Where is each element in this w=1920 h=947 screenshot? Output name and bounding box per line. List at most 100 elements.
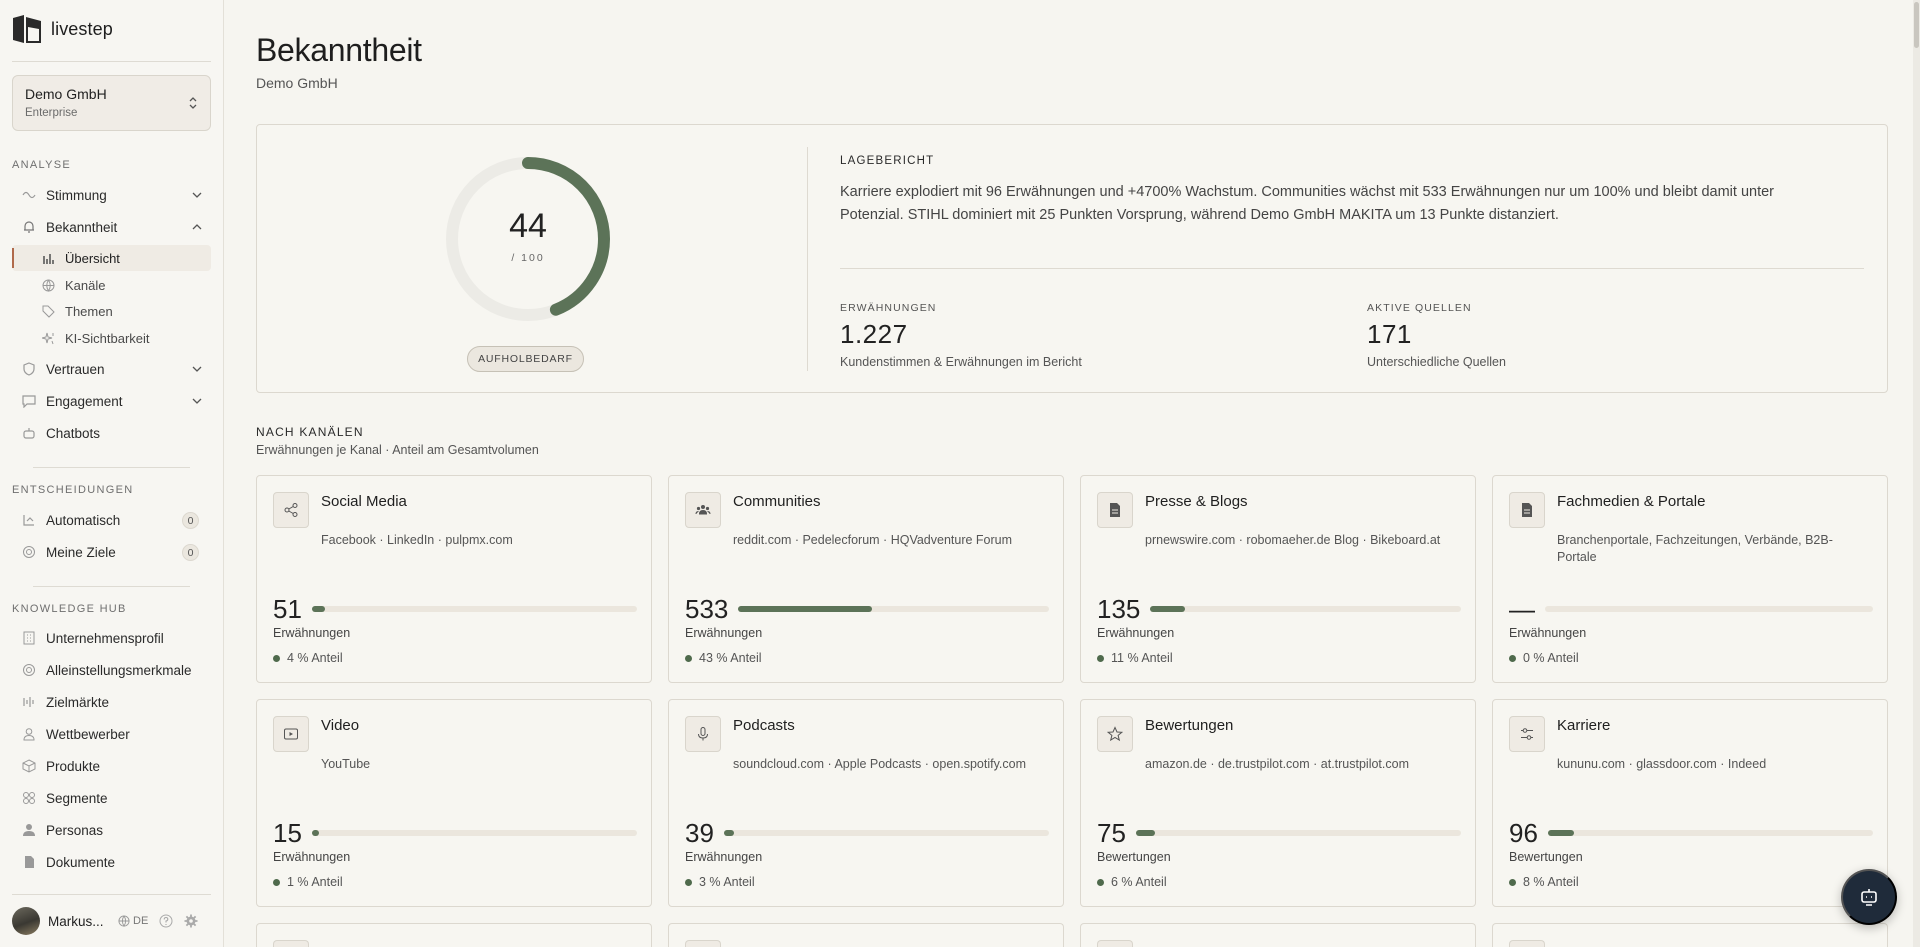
nav-dokumente[interactable]: Dokumente bbox=[12, 848, 211, 876]
gear-icon[interactable] bbox=[184, 914, 198, 928]
nav-alleinstellungsmerkmale[interactable]: Alleinstellungsmerkmale bbox=[12, 656, 211, 684]
subnav-themen[interactable]: Themen bbox=[12, 298, 211, 324]
channel-card-communities[interactable]: Communities reddit.com · Pedelecforum · H… bbox=[668, 475, 1064, 683]
nav-label: Personas bbox=[46, 822, 104, 838]
channel-card-social-media[interactable]: Social Media Facebook · LinkedIn · pulpmx… bbox=[256, 475, 652, 683]
nav-automatisch[interactable]: Automatisch 0 bbox=[12, 506, 211, 534]
nav-segmente[interactable]: Segmente bbox=[12, 784, 211, 812]
app-name: livestep bbox=[51, 18, 113, 39]
app-logo[interactable]: livestep bbox=[12, 15, 113, 43]
kpi-label: ERWÄHNUNGEN bbox=[840, 302, 937, 314]
divider bbox=[33, 467, 190, 468]
kpi-value: 171 bbox=[1367, 319, 1412, 349]
nav-label: Alleinstellungsmerkmale bbox=[46, 662, 192, 678]
divider bbox=[840, 268, 1864, 269]
channel-card-bewertungen[interactable]: Bewertungen amazon.de · de.trustpilot.com… bbox=[1080, 699, 1476, 907]
card-metric-label: Erwähnungen bbox=[685, 626, 763, 640]
globe-icon bbox=[118, 915, 130, 927]
help-icon[interactable] bbox=[159, 914, 173, 928]
share-bar bbox=[738, 606, 1049, 612]
kpi-description: Kundenstimmen & Erwähnungen im Bericht bbox=[840, 355, 1082, 369]
nav-personas[interactable]: Personas bbox=[12, 816, 211, 844]
channel-card-partial[interactable] bbox=[1492, 923, 1888, 947]
nav-unternehmensprofil[interactable]: Unternehmensprofil bbox=[12, 624, 211, 652]
chevron-down-icon bbox=[192, 366, 202, 372]
card-metric-label: Bewertungen bbox=[1509, 850, 1583, 864]
nav-vertrauen[interactable]: Vertrauen bbox=[12, 355, 211, 383]
share-dot bbox=[1509, 654, 1516, 662]
card-metric-label: Erwähnungen bbox=[273, 850, 351, 864]
grid-icon bbox=[22, 791, 36, 805]
channel-card-podcasts[interactable]: Podcasts soundcloud.com · Apple Podcasts … bbox=[668, 699, 1064, 907]
card-metric-label: Erwähnungen bbox=[1097, 626, 1175, 640]
divider bbox=[12, 894, 211, 895]
card-share: 0 % Anteil bbox=[1509, 651, 1579, 665]
globe-icon bbox=[42, 279, 55, 292]
channel-card-fachmedien-portale[interactable]: Fachmedien & Portale Branchenportale, Fac… bbox=[1492, 475, 1888, 683]
bot-icon bbox=[22, 426, 36, 440]
nav-meine-ziele[interactable]: Meine Ziele 0 bbox=[12, 538, 211, 566]
share-dot bbox=[1097, 654, 1104, 662]
language-switcher[interactable]: DE bbox=[118, 915, 148, 927]
play-icon bbox=[273, 716, 309, 752]
subnav-label: Themen bbox=[65, 303, 113, 319]
chat-assistant-button[interactable] bbox=[1841, 869, 1897, 925]
org-switcher[interactable]: Demo GmbH Enterprise bbox=[12, 75, 211, 131]
channel-card-partial[interactable] bbox=[256, 923, 652, 947]
card-value: — bbox=[1509, 594, 1535, 624]
card-share: 6 % Anteil bbox=[1097, 875, 1167, 889]
nav-label: Chatbots bbox=[46, 425, 101, 441]
card-sources: Facebook · LinkedIn · pulpmx.com bbox=[321, 533, 513, 547]
nav-stimmung[interactable]: Stimmung bbox=[12, 181, 211, 209]
nav-produkte[interactable]: Produkte bbox=[12, 752, 211, 780]
user-menu[interactable]: Markus... DE bbox=[12, 906, 217, 936]
nav-label: Unternehmensprofil bbox=[46, 630, 164, 646]
subnav-kanaele[interactable]: Kanäle bbox=[12, 272, 211, 298]
share-text: 0 % Anteil bbox=[1523, 651, 1579, 665]
nav-engagement[interactable]: Engagement bbox=[12, 387, 211, 415]
users-icon bbox=[685, 492, 721, 528]
section-knowledge-hub: KNOWLEDGE HUB bbox=[12, 603, 127, 615]
nav-chatbots[interactable]: Chatbots bbox=[12, 419, 211, 447]
card-metric-label: Erwähnungen bbox=[273, 626, 351, 640]
subnav-ki-sichtbarkeit[interactable]: KI-Sichtbarkeit bbox=[12, 325, 211, 351]
share-bar-fill bbox=[1135, 830, 1156, 836]
chevron-down-icon bbox=[192, 192, 202, 198]
card-share: 3 % Anteil bbox=[685, 875, 755, 889]
channel-card-partial[interactable] bbox=[668, 923, 1064, 947]
kpi-mentions: ERWÄHNUNGEN 1.227 Kundenstimmen & Erwähn… bbox=[840, 302, 1082, 369]
section-entscheidungen: ENTSCHEIDUNGEN bbox=[12, 484, 134, 496]
nav-label: Stimmung bbox=[46, 187, 107, 203]
scrollbar[interactable] bbox=[1913, 0, 1920, 947]
nav-wettbewerber[interactable]: Wettbewerber bbox=[12, 720, 211, 748]
channel-card-video[interactable]: Video YouTube 15 Erwähnungen 1 % Anteil bbox=[256, 699, 652, 907]
bell-icon bbox=[22, 220, 36, 234]
card-title: Podcasts bbox=[733, 717, 795, 734]
channel-card-partial[interactable] bbox=[1080, 923, 1476, 947]
nav-bekanntheit[interactable]: Bekanntheit bbox=[12, 213, 211, 241]
subnav-uebersicht[interactable]: Übersicht bbox=[12, 245, 211, 271]
card-sources: prnewswire.com · robomaeher.de Blog · Bi… bbox=[1145, 533, 1441, 547]
bars-icon bbox=[22, 695, 36, 709]
channel-card-presse-blogs[interactable]: Presse & Blogs prnewswire.com · robomaehe… bbox=[1080, 475, 1476, 683]
card-sources: amazon.de · de.trustpilot.com · at.trust… bbox=[1145, 757, 1409, 771]
kpi-label: AKTIVE QUELLEN bbox=[1367, 302, 1472, 314]
card-share: 43 % Anteil bbox=[685, 651, 762, 665]
subnav-label: Übersicht bbox=[65, 250, 120, 266]
subnav-label: Kanäle bbox=[65, 277, 106, 293]
nav-zielmaerkte[interactable]: Zielmärkte bbox=[12, 688, 211, 716]
kpi-active-sources: AKTIVE QUELLEN 171 Unterschiedliche Quel… bbox=[1367, 302, 1506, 369]
divider bbox=[807, 147, 808, 371]
nav-label: Dokumente bbox=[46, 854, 116, 870]
channel-card-karriere[interactable]: Karriere kununu.com · glassdoor.com · Ind… bbox=[1492, 699, 1888, 907]
avatar[interactable] bbox=[12, 907, 40, 935]
chat-icon bbox=[22, 394, 36, 408]
tag-icon bbox=[42, 305, 55, 318]
share-bar-fill bbox=[311, 830, 319, 836]
scrollbar-thumb[interactable] bbox=[1914, 2, 1919, 48]
bar-chart-icon bbox=[42, 252, 55, 265]
nav-label: Segmente bbox=[46, 790, 108, 806]
share-bar bbox=[1547, 830, 1873, 836]
sliders-icon bbox=[1509, 716, 1545, 752]
nav-label: Automatisch bbox=[46, 512, 121, 528]
